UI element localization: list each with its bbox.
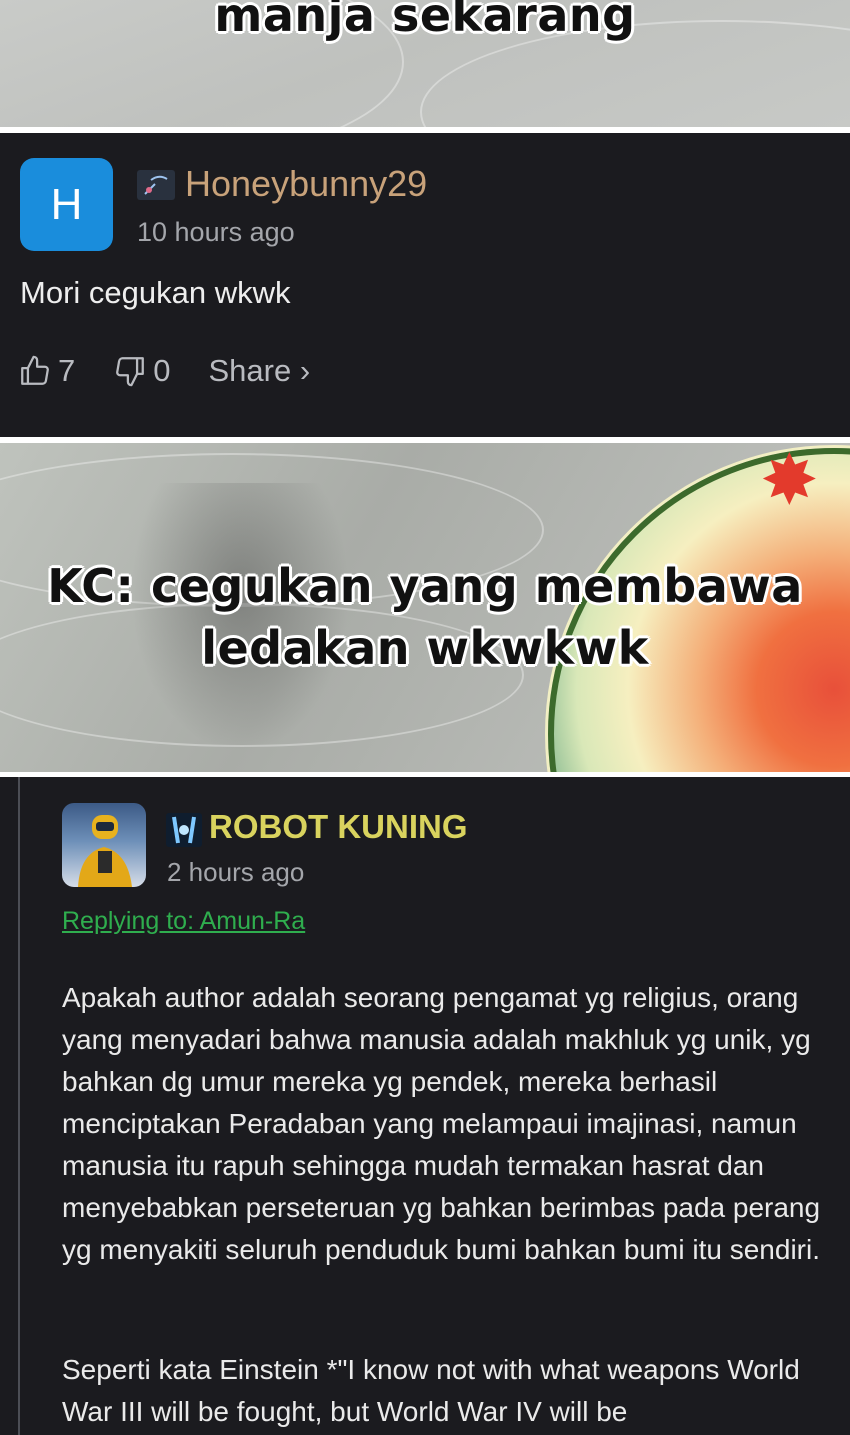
comment-text-continued: Seperti kata Einstein *"I know not with … <box>62 1354 800 1427</box>
timestamp: 10 hours ago <box>137 217 295 247</box>
middle-caption-line-2: ledakan wkwkwk <box>201 621 649 675</box>
avatar[interactable] <box>62 803 146 887</box>
comment-text: Mori cegukan wkwk <box>20 275 291 310</box>
comment-card: H Honeybunny29 10 hours ago Mori cegukan… <box>0 133 850 437</box>
middle-caption: KC: cegukan yang membawa ledakan wkwkwk <box>0 555 850 679</box>
top-caption: manja sekarang <box>214 0 636 42</box>
avatar[interactable]: H <box>20 158 113 251</box>
share-label: Share › <box>208 353 311 388</box>
avatar-letter: H <box>50 179 83 229</box>
comment-text: Apakah author adalah seorang pengamat yg… <box>62 982 821 1265</box>
reply-comment-card: ROBOT KUNING 2 hours ago Replying to: Am… <box>0 777 850 1435</box>
like-count: 7 <box>58 353 76 388</box>
replying-to-link[interactable]: Replying to: Amun-Ra <box>62 907 305 936</box>
robot-avatar-icon <box>78 815 132 887</box>
user-badge-icon <box>137 170 175 200</box>
middle-caption-line-1: KC: cegukan yang membawa <box>47 559 803 613</box>
thumbs-down-icon <box>116 357 145 387</box>
like-button[interactable]: 7 <box>18 353 75 389</box>
top-meme-image: manja sekarang <box>0 0 850 127</box>
username[interactable]: ROBOT KUNING <box>209 808 468 846</box>
user-badge-icon <box>166 813 202 847</box>
dislike-count: 0 <box>153 353 171 388</box>
timestamp: 2 hours ago <box>167 857 305 887</box>
thread-line <box>18 777 20 1435</box>
dislike-button[interactable]: 0 <box>113 353 171 389</box>
starburst-icon: ✸ <box>760 441 819 519</box>
username[interactable]: Honeybunny29 <box>185 163 427 205</box>
comment-actions: 7 0 Share › <box>18 351 348 391</box>
share-button[interactable]: Share › <box>209 353 311 389</box>
thumbs-up-icon <box>21 355 49 385</box>
